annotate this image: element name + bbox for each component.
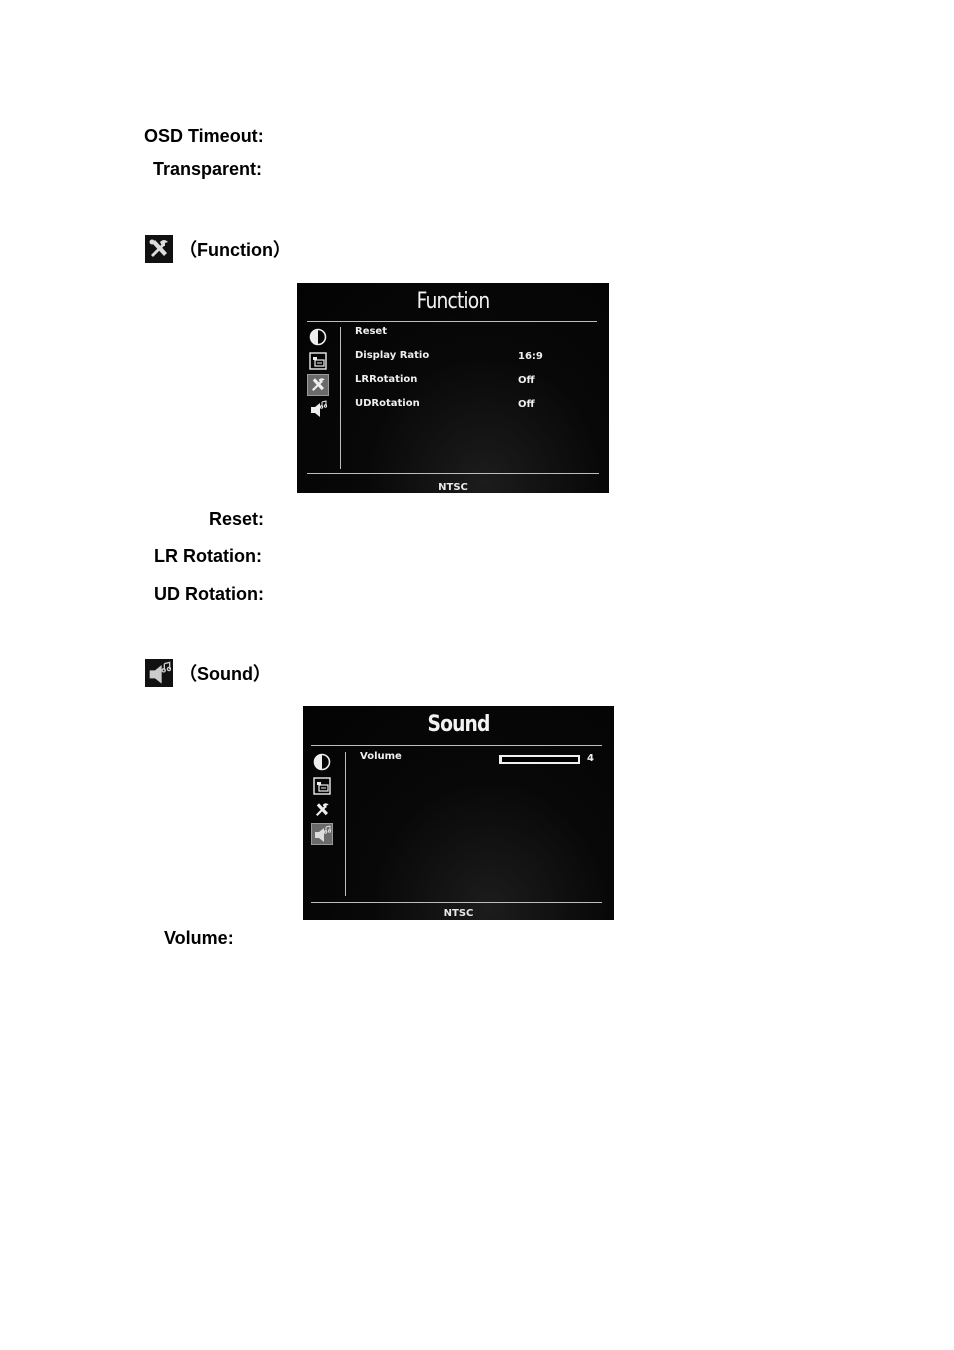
picture-menu-icon[interactable]: [312, 776, 332, 796]
volume-slider[interactable]: [499, 755, 580, 764]
osd-timeout-label: OSD Timeout:: [144, 126, 264, 147]
sound-osd-screen: Sound Volume 4 NTSC: [303, 706, 614, 920]
colon: :: [255, 546, 262, 566]
osd-footer-signal: NTSC: [443, 908, 474, 919]
sound-icon[interactable]: [311, 823, 333, 845]
colon: :: [227, 928, 234, 948]
volume-text: Volume: [164, 928, 228, 948]
osd-sidebar-divider: [345, 752, 346, 896]
function-heading-text: （Function）: [179, 240, 291, 260]
osd-footer-divider: [311, 902, 602, 903]
osd-title: Function: [416, 289, 491, 314]
transparent-label: Transparent:: [153, 159, 262, 180]
osd-footer-signal: NTSC: [438, 482, 468, 493]
ud-rotation-label: UD Rotation:: [154, 584, 264, 605]
transparent-text: Transparent: [153, 159, 257, 179]
lr-rotation-text: LR Rotation: [154, 546, 256, 566]
tools-icon[interactable]: [312, 800, 332, 820]
osd-footer-divider: [307, 473, 599, 474]
sound-heading-text: （Sound）: [179, 664, 271, 684]
display-ratio-value: 16:9: [518, 351, 543, 362]
function-section-heading: （Function）: [145, 235, 291, 263]
osd-row-ud-rotation[interactable]: UDRotation: [355, 398, 420, 409]
osd-row-lr-rotation[interactable]: LRRotation: [355, 374, 417, 385]
osd-title-divider: [307, 321, 597, 322]
osd-timeout-text: OSD Timeout: [144, 126, 258, 146]
sound-icon[interactable]: [308, 399, 328, 419]
osd-row-reset[interactable]: Reset: [355, 326, 387, 337]
osd-sidebar: [311, 752, 333, 845]
osd-title: Sound: [427, 712, 490, 737]
osd-row-display-ratio[interactable]: Display Ratio: [355, 350, 429, 361]
lr-rotation-value: Off: [518, 375, 535, 386]
colon: :: [257, 584, 264, 604]
volume-label: Volume:: [164, 928, 234, 949]
sound-icon: [145, 659, 173, 687]
volume-value: 4: [587, 753, 594, 764]
function-osd-screen: Function Reset Display Ratio 16:9 LRRota…: [297, 283, 609, 493]
osd-sidebar-divider: [340, 327, 341, 469]
picture-menu-icon[interactable]: [308, 351, 328, 371]
reset-label: Reset:: [209, 509, 264, 530]
ud-rotation-text: UD Rotation: [154, 584, 258, 604]
lr-rotation-label: LR Rotation:: [154, 546, 262, 567]
contrast-icon[interactable]: [312, 752, 332, 772]
contrast-icon[interactable]: [308, 327, 328, 347]
colon: :: [258, 509, 265, 529]
osd-sidebar: [307, 327, 329, 419]
osd-row-volume[interactable]: Volume: [360, 751, 402, 762]
osd-title-divider: [311, 745, 602, 746]
colon: :: [257, 126, 264, 146]
sound-section-heading: （Sound）: [145, 659, 271, 687]
tools-icon: [145, 235, 173, 263]
ud-rotation-value: Off: [518, 399, 535, 410]
tools-icon[interactable]: [307, 374, 329, 396]
reset-text: Reset: [209, 509, 259, 529]
colon: :: [256, 159, 263, 179]
